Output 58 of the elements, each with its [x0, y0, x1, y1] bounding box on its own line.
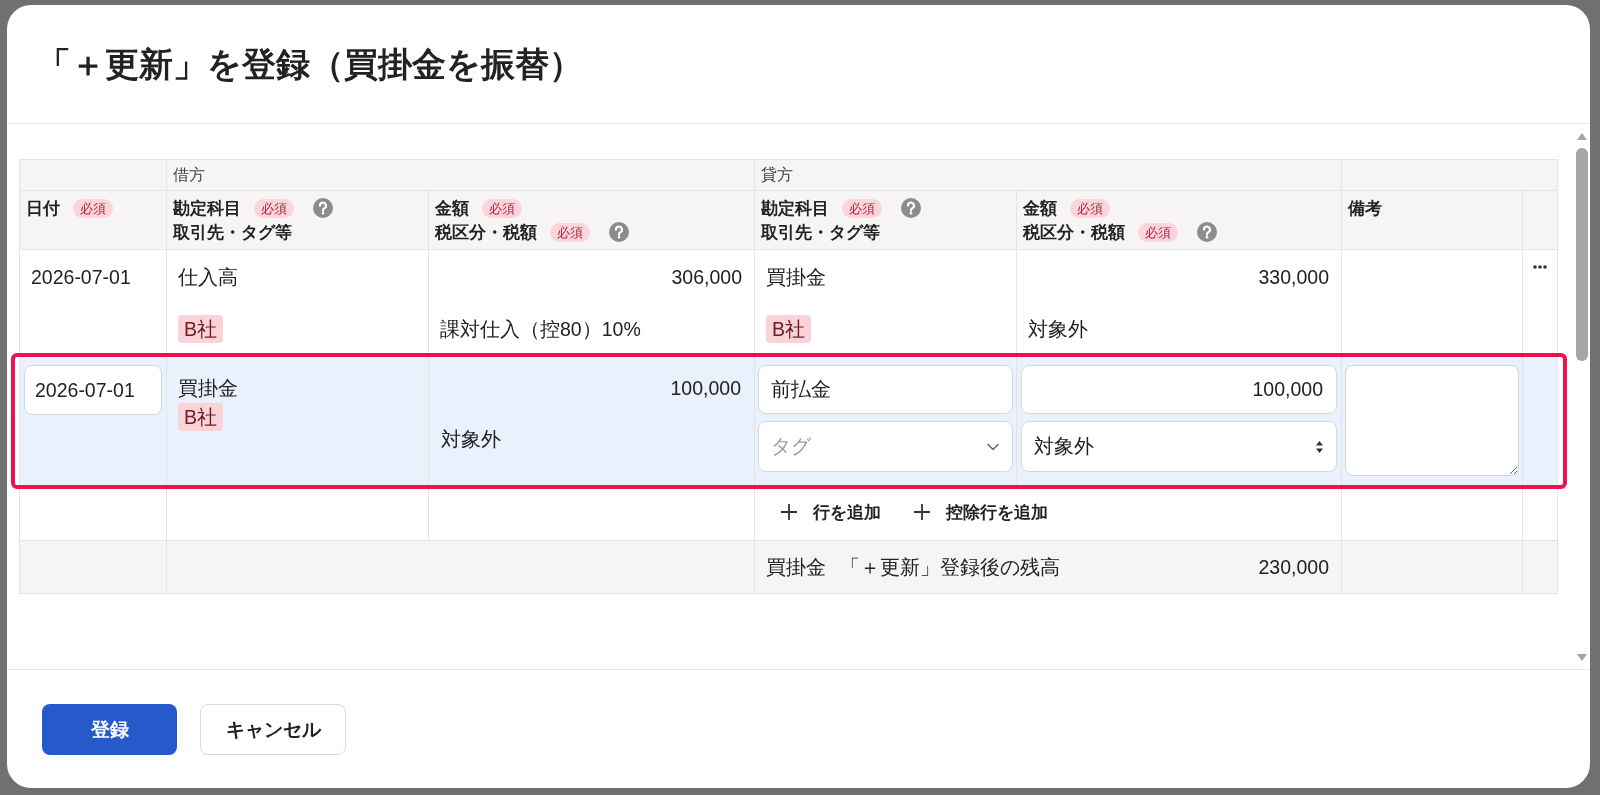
column-label: 金額 — [1023, 197, 1057, 220]
remarks-field[interactable] — [1345, 365, 1519, 476]
scroll-up-icon[interactable] — [1576, 133, 1587, 140]
required-badge: 必須 — [550, 222, 590, 242]
balance-label: 「＋更新」登録後の残高 — [840, 555, 1060, 580]
column-label: 日付 — [26, 197, 60, 220]
plus-icon — [914, 504, 930, 520]
tax-category: 対象外 — [441, 427, 501, 452]
column-label: 勘定科目 — [173, 197, 241, 220]
scrollbar-thumb[interactable] — [1575, 148, 1588, 361]
help-icon[interactable] — [1197, 222, 1217, 242]
date-text: 2026-07-01 — [31, 266, 131, 288]
required-badge: 必須 — [482, 198, 522, 218]
help-icon[interactable] — [609, 222, 629, 242]
column-label: 税区分・税額 — [1023, 221, 1125, 244]
chevron-down-icon — [987, 442, 999, 451]
add-row-button[interactable]: 控除行を追加 — [914, 500, 1048, 524]
column-group-label: 借方 — [173, 164, 205, 185]
balance-account: 買掛金 — [766, 555, 826, 580]
submit-button[interactable]: 登録 — [42, 704, 177, 755]
plus-icon — [781, 504, 797, 520]
column-group-label: 貸方 — [761, 164, 793, 185]
tax-select[interactable]: 対象外 — [1021, 421, 1337, 472]
amount-text: 100,000 — [670, 376, 741, 401]
tax-category: 対象外 — [1028, 317, 1088, 342]
required-badge: 必須 — [842, 198, 882, 218]
add-row-button[interactable]: 行を追加 — [781, 500, 881, 524]
column-label: 取引先・タグ等 — [761, 221, 880, 244]
balance-amount: 230,000 — [1258, 555, 1329, 580]
account-name: 買掛金 — [178, 376, 238, 401]
select-arrows-icon — [1316, 440, 1323, 453]
amount-text: 306,000 — [671, 265, 742, 290]
account-field[interactable]: 前払金 — [758, 365, 1013, 414]
account-name: 買掛金 — [766, 265, 826, 290]
dialog-title: 「＋更新」を登録（買掛金を振替） — [37, 44, 583, 84]
scroll-down-icon[interactable] — [1576, 654, 1587, 661]
amount-text: 330,000 — [1258, 265, 1329, 290]
column-label: 備考 — [1348, 197, 1382, 220]
help-icon[interactable] — [313, 198, 333, 218]
help-icon[interactable] — [901, 198, 921, 218]
date-field[interactable]: 2026-07-01 — [24, 365, 162, 415]
partner-tag: B社 — [178, 315, 223, 343]
column-label: 取引先・タグ等 — [173, 221, 292, 244]
column-label: 勘定科目 — [761, 197, 829, 220]
column-label: 金額 — [435, 197, 469, 220]
table-cell — [1523, 541, 1558, 594]
more-icon[interactable] — [1533, 265, 1547, 269]
required-badge: 必須 — [1070, 198, 1110, 218]
tax-category: 課対仕入（控80）10% — [440, 317, 641, 342]
partner-tag: B社 — [178, 403, 223, 431]
partner-tag: B社 — [766, 315, 811, 343]
required-badge: 必須 — [1138, 222, 1178, 242]
amount-field[interactable]: 100,000 — [1021, 365, 1337, 414]
cancel-button[interactable]: キャンセル — [200, 704, 346, 755]
required-badge: 必須 — [73, 198, 113, 218]
required-badge: 必須 — [254, 198, 294, 218]
column-label: 税区分・税額 — [435, 221, 537, 244]
account-name: 仕入高 — [178, 265, 238, 290]
